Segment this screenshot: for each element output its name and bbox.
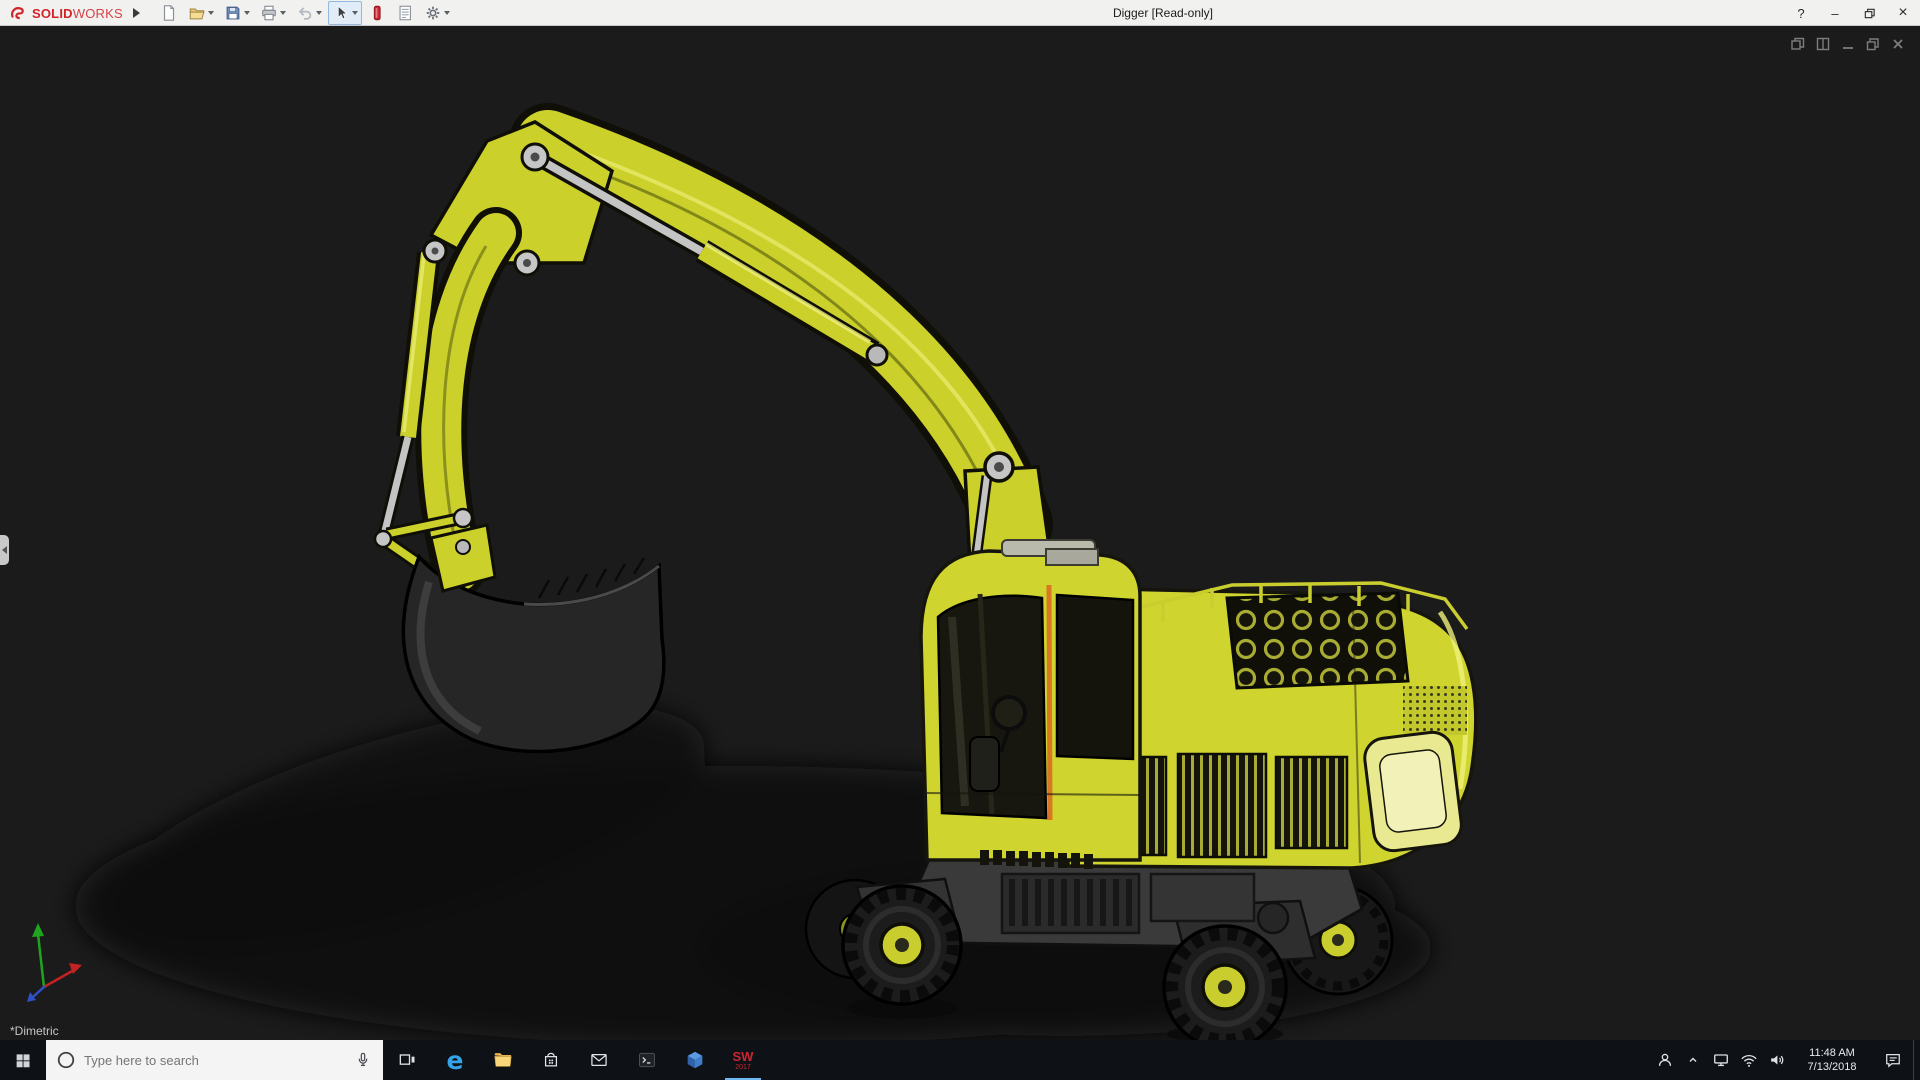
taskbar-clock[interactable]: 11:48 AM 7/13/2018 bbox=[1791, 1040, 1873, 1080]
search-input[interactable] bbox=[84, 1052, 345, 1068]
red-pill-icon bbox=[373, 5, 381, 21]
solidworks-2017-icon: SW 2017 bbox=[732, 1048, 754, 1071]
options-gear-icon bbox=[426, 6, 440, 20]
taskbar: e SW bbox=[0, 1040, 1920, 1080]
document-window-controls bbox=[1790, 36, 1906, 57]
undo-button[interactable] bbox=[292, 1, 326, 25]
cascade-windows-button[interactable] bbox=[1790, 36, 1806, 57]
restore-document-icon bbox=[1866, 38, 1879, 51]
tile-windows-icon bbox=[1816, 37, 1830, 51]
file-properties-button[interactable] bbox=[392, 1, 418, 25]
panel-flyout-tab[interactable] bbox=[0, 535, 9, 565]
taskbar-search[interactable] bbox=[46, 1040, 383, 1080]
minimize-document-button[interactable] bbox=[1840, 36, 1856, 57]
clock-time: 11:48 AM bbox=[1809, 1047, 1855, 1059]
select-dropdown-caret[interactable] bbox=[351, 11, 358, 15]
file-explorer-icon bbox=[494, 1053, 512, 1067]
select-button[interactable] bbox=[327, 1, 362, 25]
taskbar-spacer bbox=[767, 1040, 1651, 1080]
window-controls: ? – × bbox=[1784, 0, 1920, 26]
digger-cab bbox=[919, 539, 1142, 869]
orientation-triad bbox=[27, 923, 82, 1002]
ds-swirl-icon bbox=[11, 7, 24, 20]
close-document-icon bbox=[1893, 39, 1903, 49]
network-button[interactable] bbox=[1735, 1040, 1763, 1080]
options-dropdown-caret[interactable] bbox=[443, 11, 450, 15]
help-button[interactable]: ? bbox=[1784, 0, 1818, 26]
monitor-icon bbox=[1714, 1054, 1728, 1067]
microphone-icon[interactable] bbox=[353, 1050, 373, 1070]
new-document-button[interactable] bbox=[156, 1, 182, 25]
view-orientation-label: *Dimetric bbox=[10, 1024, 59, 1038]
cortana-icon bbox=[57, 1051, 75, 1069]
volume-button[interactable] bbox=[1763, 1040, 1791, 1080]
task-view-icon bbox=[399, 1054, 415, 1065]
hidden-icons-button[interactable] bbox=[1679, 1040, 1707, 1080]
select-cursor-icon bbox=[337, 5, 348, 20]
titlebar: SOLIDWORKS Digger [Read-only] ? – × bbox=[0, 0, 1920, 26]
save-icon bbox=[226, 6, 240, 20]
open-button[interactable] bbox=[184, 1, 218, 25]
edrawings-publish-button[interactable] bbox=[364, 1, 390, 25]
digger-bucket bbox=[401, 523, 666, 754]
print-button[interactable] bbox=[256, 1, 290, 25]
restore-icon bbox=[1864, 8, 1875, 18]
save-dropdown-caret[interactable] bbox=[243, 11, 250, 15]
store-icon bbox=[544, 1052, 558, 1067]
minimize-button[interactable]: – bbox=[1818, 0, 1852, 26]
options-button[interactable] bbox=[420, 1, 454, 25]
file-properties-icon bbox=[399, 5, 411, 21]
people-button[interactable] bbox=[1651, 1040, 1679, 1080]
solidworks-2017-button[interactable]: SW 2017 bbox=[719, 1040, 767, 1080]
menu-expand-arrow[interactable] bbox=[132, 8, 140, 18]
console-button[interactable] bbox=[623, 1040, 671, 1080]
cascade-windows-icon bbox=[1791, 37, 1805, 50]
edge-button[interactable]: e bbox=[431, 1040, 479, 1080]
mail-button[interactable] bbox=[575, 1040, 623, 1080]
task-view-button[interactable] bbox=[383, 1040, 431, 1080]
open-folder-icon bbox=[189, 8, 205, 20]
people-icon bbox=[1658, 1053, 1672, 1066]
start-button[interactable] bbox=[0, 1040, 46, 1080]
undo-dropdown-caret[interactable] bbox=[315, 11, 322, 15]
undo-icon bbox=[298, 7, 312, 20]
action-center-button[interactable] bbox=[1873, 1040, 1913, 1080]
save-button[interactable] bbox=[220, 1, 254, 25]
tile-windows-button[interactable] bbox=[1815, 36, 1831, 57]
console-icon bbox=[639, 1052, 655, 1068]
quick-access-toolbar bbox=[156, 1, 454, 25]
mail-icon bbox=[591, 1053, 607, 1067]
chevron-up-icon bbox=[1689, 1057, 1697, 1062]
close-button[interactable]: × bbox=[1886, 0, 1920, 26]
window-title: Digger [Read-only] bbox=[1112, 6, 1214, 20]
action-center-icon bbox=[1886, 1053, 1900, 1068]
digger-arm bbox=[373, 103, 1053, 597]
close-document-button[interactable] bbox=[1890, 36, 1906, 57]
clock-date: 7/13/2018 bbox=[1807, 1061, 1857, 1073]
edge-icon: e bbox=[446, 1045, 464, 1075]
minimize-document-icon bbox=[1843, 47, 1853, 49]
file-explorer-button[interactable] bbox=[479, 1040, 527, 1080]
show-desktop-strip[interactable] bbox=[1913, 1040, 1920, 1080]
brand-text: SOLIDWORKS bbox=[32, 5, 123, 21]
collapse-arrow-icon bbox=[2, 546, 7, 554]
open-dropdown-caret[interactable] bbox=[207, 11, 214, 15]
volume-icon bbox=[1771, 1055, 1784, 1065]
print-icon bbox=[262, 5, 276, 21]
solidworks-cube-icon bbox=[687, 1051, 703, 1069]
digger-model bbox=[27, 103, 1478, 1040]
graphics-viewport[interactable]: *Dimetric bbox=[0, 26, 1920, 1040]
new-document-icon bbox=[163, 5, 174, 21]
windows-logo-icon bbox=[16, 1054, 30, 1068]
restore-document-button[interactable] bbox=[1865, 36, 1881, 57]
wifi-icon bbox=[1741, 1054, 1757, 1067]
restore-button[interactable] bbox=[1852, 0, 1886, 26]
print-dropdown-caret[interactable] bbox=[279, 11, 286, 15]
pc-status-button[interactable] bbox=[1707, 1040, 1735, 1080]
store-button[interactable] bbox=[527, 1040, 575, 1080]
solidworks-viewer-button[interactable] bbox=[671, 1040, 719, 1080]
solidworks-logo: SOLIDWORKS bbox=[0, 0, 131, 26]
